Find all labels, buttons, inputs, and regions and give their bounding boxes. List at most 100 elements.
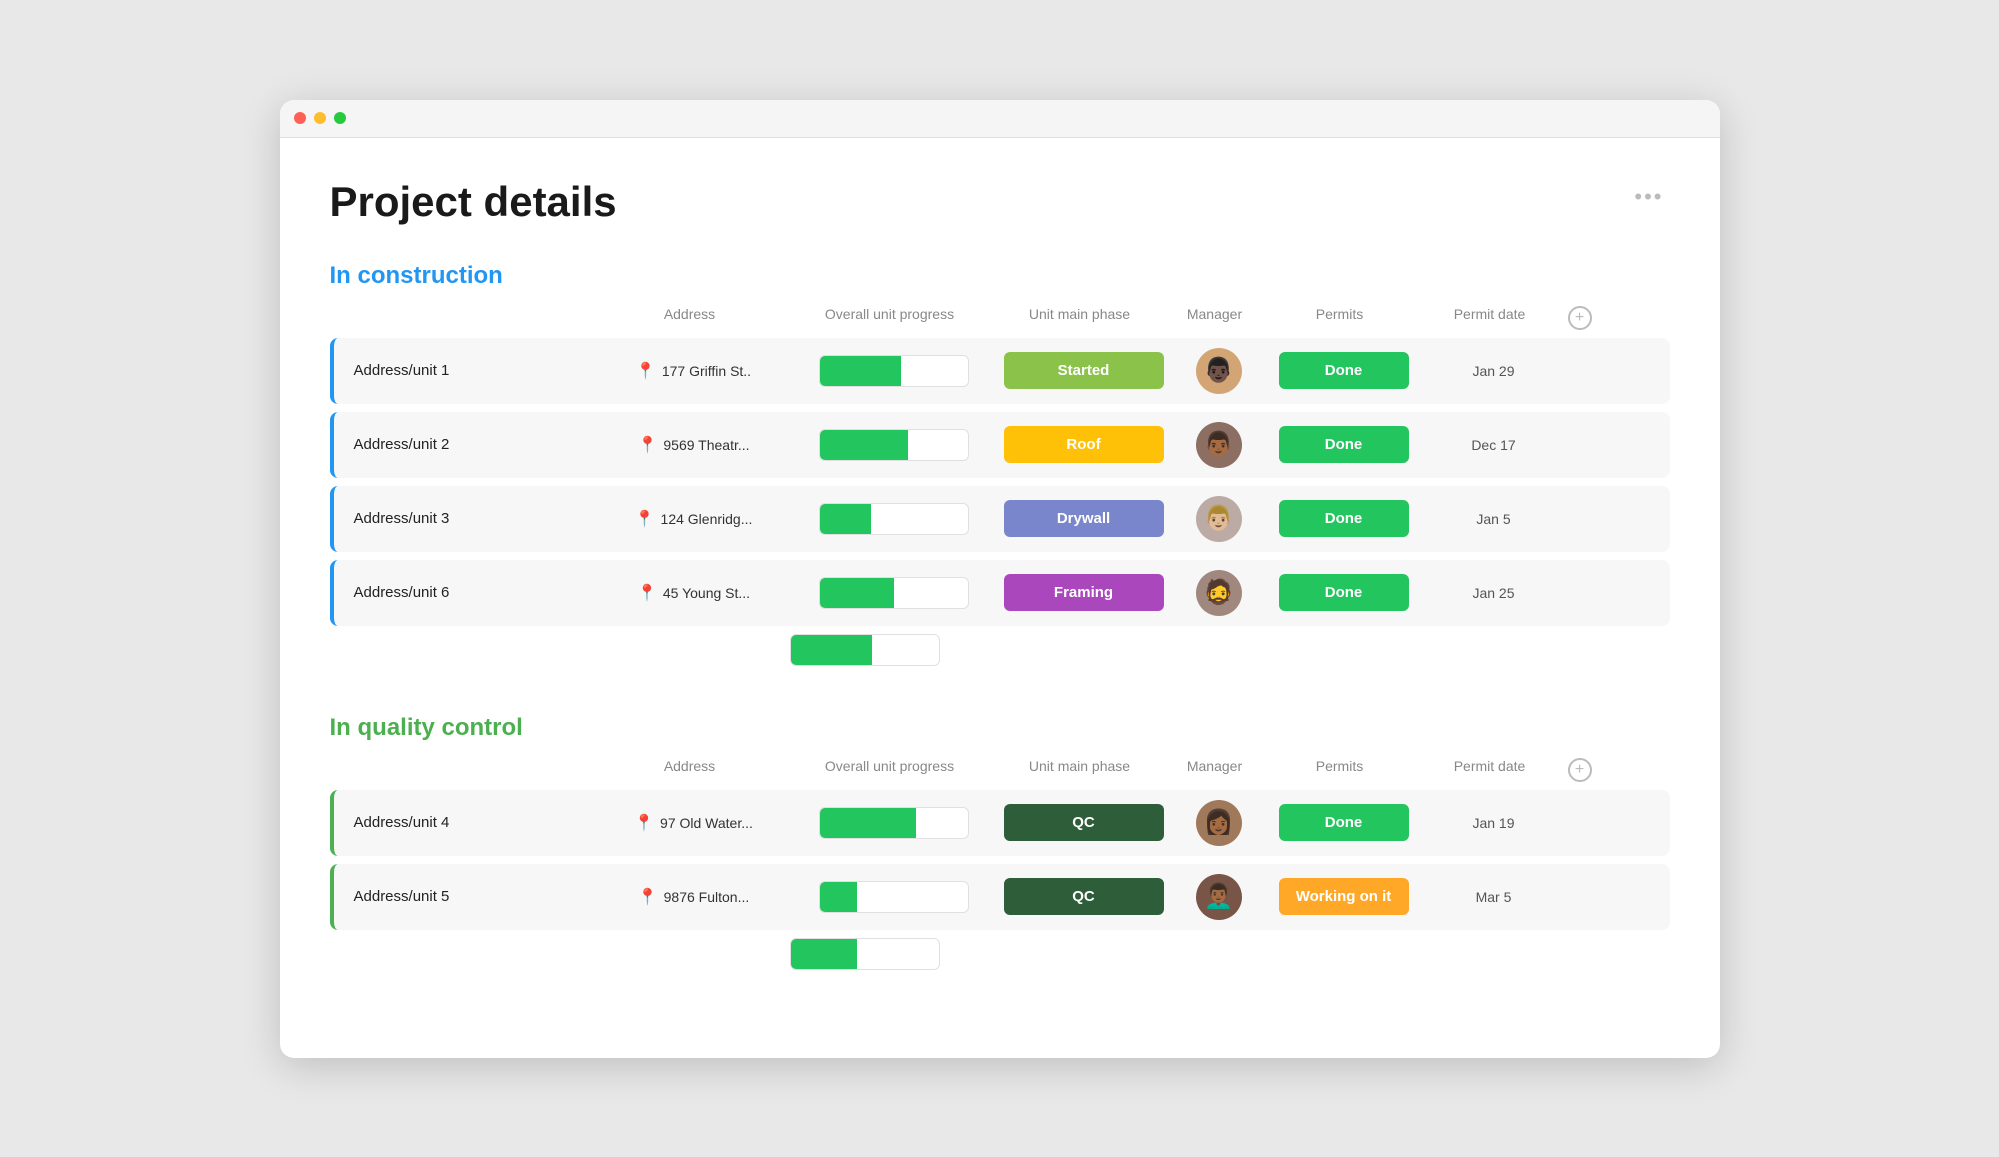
header-cell: Address: [590, 758, 790, 782]
progress-fill: [820, 882, 857, 912]
header-cell[interactable]: +: [1560, 306, 1600, 330]
permit-date: Jan 29: [1472, 363, 1514, 379]
progress-cell: [794, 503, 994, 535]
permit-badge: Done: [1279, 804, 1409, 841]
table-row[interactable]: Address/unit 6📍45 Young St...Framing🧔Don…: [330, 560, 1670, 626]
titlebar: [280, 100, 1720, 138]
phase-badge: Started: [1004, 352, 1164, 389]
permit-date: Jan 5: [1476, 511, 1510, 527]
header-cell: Address: [590, 306, 790, 330]
more-options-icon[interactable]: •••: [1628, 178, 1669, 216]
header-cell: Permit date: [1420, 306, 1560, 330]
table-row[interactable]: Address/unit 2📍9569 Theatr...Roof👨🏾DoneD…: [330, 412, 1670, 478]
manager-cell: 👩🏾: [1174, 800, 1264, 846]
progress-bar: [819, 807, 969, 839]
table-header: AddressOverall unit progressUnit main ph…: [330, 758, 1670, 790]
phase-badge: QC: [1004, 878, 1164, 915]
progress-fill: [820, 356, 901, 386]
header-cell: Permit date: [1420, 758, 1560, 782]
permit-cell: Working on it: [1264, 878, 1424, 915]
manager-cell: 👨🏼: [1174, 496, 1264, 542]
phase-cell: QC: [994, 878, 1174, 915]
summary-progress-bar: [790, 634, 940, 666]
location-icon: 📍: [637, 435, 657, 455]
progress-cell: [794, 429, 994, 461]
address-cell: 📍97 Old Water...: [594, 813, 794, 833]
header-cell: Permits: [1260, 758, 1420, 782]
date-cell: Mar 5: [1424, 889, 1564, 905]
unit-name: Address/unit 3: [334, 510, 594, 527]
table-row[interactable]: Address/unit 3📍124 Glenridg... Drywall👨🏼D…: [330, 486, 1670, 552]
permit-cell: Done: [1264, 426, 1424, 463]
summary-progress-fill: [791, 939, 858, 969]
header-cell[interactable]: +: [1560, 758, 1600, 782]
header-cell: Unit main phase: [990, 306, 1170, 330]
address-text: 177 Griffin St..: [662, 363, 751, 379]
manager-cell: 👨🏿: [1174, 348, 1264, 394]
page-header: Project details •••: [330, 178, 1670, 226]
address-cell: 📍9569 Theatr...: [594, 435, 794, 455]
app-window: Project details ••• In construction Addre…: [280, 100, 1720, 1058]
section-quality: In quality control AddressOverall unit pr…: [330, 714, 1670, 970]
progress-cell: [794, 577, 994, 609]
manager-cell: 👨🏾‍🦱: [1174, 874, 1264, 920]
summary-progress-bar: [790, 938, 940, 970]
date-cell: Jan 5: [1424, 511, 1564, 527]
header-cell: Unit main phase: [990, 758, 1170, 782]
date-cell: Jan 19: [1424, 815, 1564, 831]
phase-badge: Roof: [1004, 426, 1164, 463]
phase-cell: Framing: [994, 574, 1174, 611]
summary-progress-row: [330, 634, 1670, 666]
header-cell: Manager: [1170, 306, 1260, 330]
page-title: Project details: [330, 178, 617, 226]
unit-name: Address/unit 2: [334, 436, 594, 453]
table-row[interactable]: Address/unit 4📍97 Old Water...QC👩🏾DoneJa…: [330, 790, 1670, 856]
progress-fill: [820, 430, 909, 460]
table-row[interactable]: Address/unit 1📍177 Griffin St..Started👨🏿…: [330, 338, 1670, 404]
permit-badge: Done: [1279, 426, 1409, 463]
progress-bar: [819, 355, 969, 387]
permit-cell: Done: [1264, 352, 1424, 389]
content-area: Project details ••• In construction Addre…: [280, 138, 1720, 1058]
date-cell: Dec 17: [1424, 437, 1564, 453]
location-icon: 📍: [638, 887, 658, 907]
header-cell: Permits: [1260, 306, 1420, 330]
header-cell: [330, 306, 590, 330]
permit-date: Mar 5: [1476, 889, 1512, 905]
address-cell: 📍45 Young St...: [594, 583, 794, 603]
table-row[interactable]: Address/unit 5 📍 9876 Fulton... QC 👨🏾‍🦱 Worki…: [330, 864, 1670, 930]
minimize-button[interactable]: [314, 112, 326, 124]
close-button[interactable]: [294, 112, 306, 124]
location-icon: 📍: [636, 361, 656, 381]
avatar: 🧔: [1196, 570, 1242, 616]
date-cell: Jan 29: [1424, 363, 1564, 379]
address-text: 124 Glenridg...: [661, 511, 753, 527]
summary-progress-row: [330, 938, 1670, 970]
phase-cell: Drywall: [994, 500, 1174, 537]
progress-cell: [794, 355, 994, 387]
address-text: 9876 Fulton...: [664, 889, 750, 905]
progress-cell: [794, 807, 994, 839]
unit-name: Address/unit 5: [334, 888, 594, 905]
progress-fill: [820, 808, 916, 838]
avatar: 👨🏿: [1196, 348, 1242, 394]
permit-cell: Done: [1264, 500, 1424, 537]
section-title-construction: In construction: [330, 262, 1670, 290]
permit-date: Jan 25: [1472, 585, 1514, 601]
avatar: 👨🏾‍🦱: [1196, 874, 1242, 920]
address-text: 45 Young St...: [663, 585, 750, 601]
permit-badge: Working on it: [1279, 878, 1409, 915]
address-cell: 📍 177 Griffin St..: [594, 361, 794, 381]
phase-badge: Framing: [1004, 574, 1164, 611]
header-cell: [330, 758, 590, 782]
address-text: 97 Old Water...: [660, 815, 753, 831]
permit-date: Dec 17: [1471, 437, 1515, 453]
progress-bar: [819, 503, 969, 535]
progress-bar: [819, 881, 969, 913]
summary-progress-fill: [791, 635, 872, 665]
unit-name: Address/unit 4: [334, 814, 594, 831]
progress-bar: [819, 577, 969, 609]
maximize-button[interactable]: [334, 112, 346, 124]
address-cell: 📍124 Glenridg...: [594, 509, 794, 529]
section-title-quality: In quality control: [330, 714, 1670, 742]
